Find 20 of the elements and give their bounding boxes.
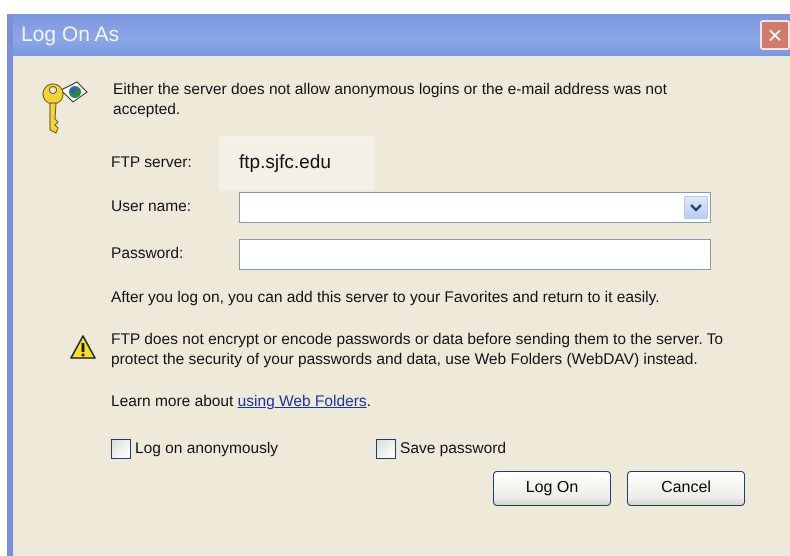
learn-more-text: Learn more about using Web Folders.	[110, 392, 372, 412]
web-folders-link[interactable]: using Web Folders	[238, 393, 367, 410]
warning-text: FTP does not encrypt or encode passwords or data before sending them to the server. To protect the security of your passwords and data, use Web Folders (WebDAV) instead.	[111, 330, 724, 370]
password-field[interactable]	[239, 239, 711, 270]
chevron-icon	[690, 204, 702, 212]
server-value: ftp.sjfc.edu	[219, 136, 374, 190]
error-message: Either the server does not allow anonymous logins or the e-mail address was not accepted.	[113, 80, 668, 120]
dropdown-button[interactable]	[684, 196, 708, 219]
server-label: FTP server:	[111, 152, 193, 173]
window-title: Log On As	[20, 22, 120, 48]
user-name-label: User name:	[111, 197, 192, 218]
info-text: After you log on, you can add this server to your Favorites and return to it easily.	[110, 288, 661, 308]
checkbox-label: Log on anonymously	[135, 438, 278, 459]
log-on-button[interactable]: Log On	[493, 470, 611, 506]
checkbox[interactable]	[376, 438, 396, 459]
checkbox[interactable]	[111, 438, 131, 459]
password-label: Password:	[111, 244, 184, 264]
cancel-button[interactable]: Cancel	[627, 470, 745, 506]
checkbox-label: Save password	[400, 438, 506, 459]
warning-icon	[69, 334, 97, 360]
